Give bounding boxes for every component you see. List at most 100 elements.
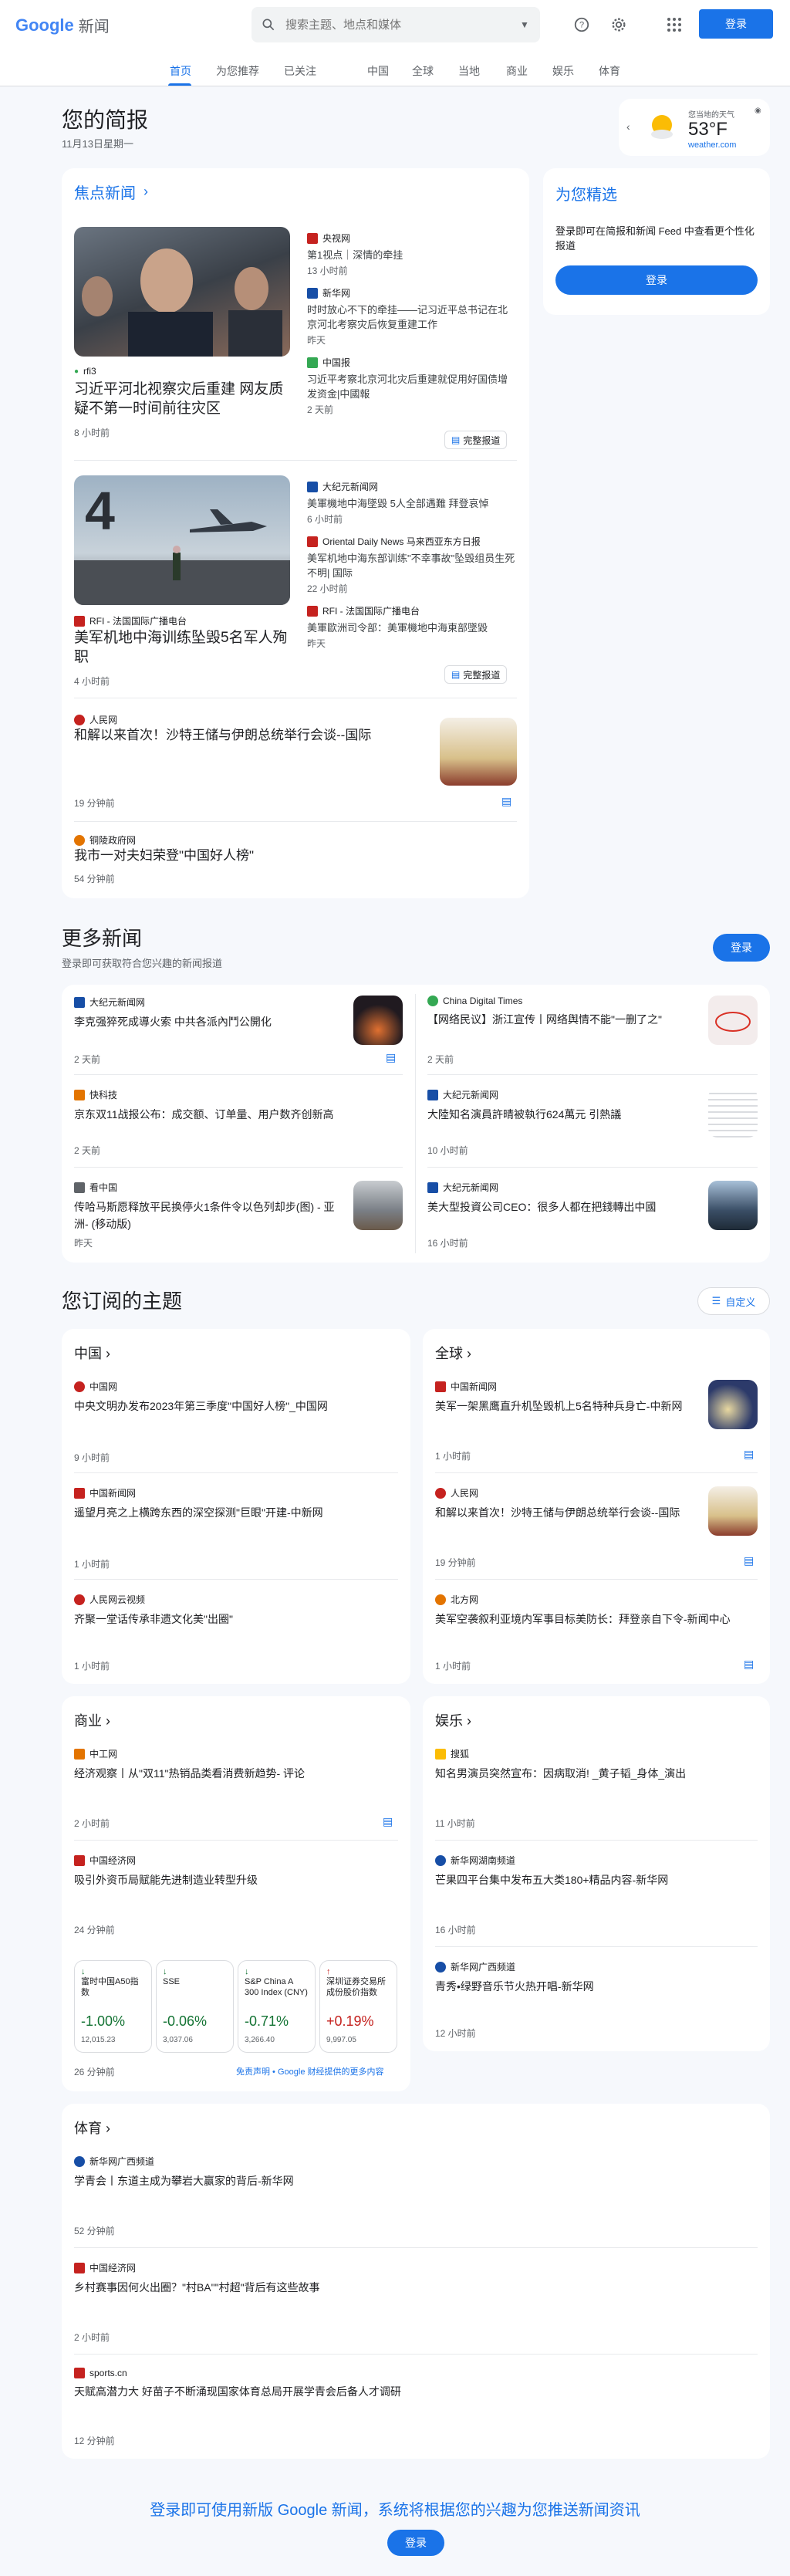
topic-title[interactable]: 体育 ›	[74, 2118, 110, 2138]
weather-source-link[interactable]: weather.com	[688, 140, 736, 150]
settings-gear-icon[interactable]	[608, 14, 630, 35]
story-headline[interactable]: 【网络民议】浙江宣传丨网络舆情不能"一删了之"	[427, 1011, 713, 1028]
topic-story[interactable]: 中国经济网 乡村赛事因何火出圈？"村BA""村超"背后有这些故事	[74, 2261, 753, 2296]
topic-story[interactable]: 中国新闻网 遥望月亮之上横跨东西的深空探测"巨眼"开建-中新网	[74, 1486, 398, 1521]
story-headline[interactable]: 时时放心不下的牵挂——记习近平总书记在北京河北考察灾后恢复重建工作	[307, 303, 517, 332]
full-coverage-icon[interactable]: ▤	[386, 1051, 396, 1064]
topic-story[interactable]: 北方网 美军空袭叙利亚境内军事目标美防长：拜登亲自下令-新闻中心	[435, 1593, 758, 1628]
stock-quote-card[interactable]: ↓ SSE -0.06% 3,037.06	[156, 1960, 234, 2053]
story-thumbnail[interactable]	[708, 996, 758, 1045]
story-headline[interactable]: 美军一架黑鹰直升机坠毁机上5名特种兵身亡-中新网	[435, 1398, 697, 1415]
story-headline[interactable]: 美军机地中海训练坠毁5名军人殉职	[74, 628, 298, 667]
story-headline[interactable]: 第1视点｜深情的牵挂	[307, 248, 517, 262]
help-icon[interactable]: ?	[571, 14, 592, 35]
story-image-fighter-jet[interactable]: 4	[74, 475, 290, 605]
finance-disclaimer-link[interactable]: 免责声明 • Google 财经提供的更多内容	[236, 2065, 384, 2077]
story-headline[interactable]: 和解以来首次！沙特王储与伊朗总统举行会谈--国际	[74, 727, 437, 744]
signin-button[interactable]: 登录	[699, 9, 773, 39]
story-headline[interactable]: 中央文明办发布2023年第三季度"中国好人榜"_中国网	[74, 1398, 398, 1415]
story-headline[interactable]: 习近平考察北京河北灾后重建就促用好国债增发资金|中國報	[307, 372, 517, 401]
weather-location-icon[interactable]: ◉	[755, 106, 761, 115]
customize-button[interactable]: ☰ 自定义	[697, 1287, 770, 1315]
search-icon[interactable]	[252, 17, 285, 32]
full-coverage-icon[interactable]: ▤	[383, 1815, 393, 1828]
story-thumbnail[interactable]	[708, 1486, 758, 1536]
stock-quote-card[interactable]: ↓ 富时中国A50指数 -1.00% 12,015.23	[74, 1960, 152, 2053]
story-headline[interactable]: 齐聚一堂话传承非遗文化美"出圈"	[74, 1611, 398, 1628]
full-coverage-button[interactable]: ▤ 完整报道	[444, 431, 508, 449]
topic-story[interactable]: 人民网 和解以来首次！沙特王储与伊朗总统举行会谈--国际	[435, 1486, 697, 1521]
story-headline[interactable]: 习近平河北视察灾后重建 网友质疑不第一时间前往灾区	[74, 380, 298, 418]
news-item[interactable]: 快科技 京东双11战报公布：成交额、订单量、用户数齐创新高	[74, 1088, 403, 1123]
story-headline[interactable]: 青秀•绿野音乐节火热开唱-新华网	[435, 1978, 758, 1995]
story-headline[interactable]: 遥望月亮之上横跨东西的深空探测"巨眼"开建-中新网	[74, 1504, 398, 1521]
search-options-chevron-icon[interactable]: ▼	[509, 19, 540, 30]
weather-widget[interactable]: ‹ 您当地的天气 ◉ 53°F weather.com	[619, 99, 770, 156]
news-item[interactable]: China Digital Times 【网络民议】浙江宣传丨网络舆情不能"一删…	[427, 996, 713, 1028]
news-item[interactable]: 看中国 传哈马斯愿释放平民换停火1条件令以色列却步(图) - 亚洲- (移动版)	[74, 1181, 344, 1232]
story-headline[interactable]: 吸引外资币局赋能先进制造业转型升级	[74, 1871, 398, 1888]
story-headline[interactable]: 大陸知名演員許晴被執行624萬元 引熱議	[427, 1106, 705, 1123]
top-stories-header[interactable]: 焦点新闻 ›	[74, 181, 148, 203]
story-thumbnail[interactable]	[353, 996, 403, 1045]
story-headline[interactable]: 和解以来首次！沙特王储与伊朗总统举行会谈--国际	[435, 1504, 697, 1521]
topic-title[interactable]: 中国 ›	[74, 1343, 110, 1363]
nav-tab-entertainment[interactable]: 娱乐	[552, 63, 574, 79]
nav-tab-china[interactable]: 中国	[367, 63, 389, 79]
story-headline[interactable]: 乡村赛事因何火出圈？"村BA""村超"背后有这些故事	[74, 2279, 753, 2296]
topic-story[interactable]: 中国经济网 吸引外资币局赋能先进制造业转型升级	[74, 1854, 398, 1888]
topic-title[interactable]: 娱乐 ›	[435, 1710, 471, 1730]
nav-tab-following[interactable]: 已关注	[284, 63, 316, 79]
stock-quote-card[interactable]: ↑ 深圳证券交易所成份股价指数 +0.19% 9,997.05	[319, 1960, 397, 2053]
more-news-signin-button[interactable]: 登录	[713, 934, 770, 962]
news-item[interactable]: 大纪元新闻网 美大型投資公司CEO：很多人都在把錢轉出中國	[427, 1181, 705, 1215]
full-coverage-icon[interactable]: ▤	[501, 795, 511, 808]
footer-signin-button[interactable]: 登录	[387, 2530, 444, 2556]
story-headline[interactable]: 传哈马斯愿释放平民换停火1条件令以色列却步(图) - 亚洲- (移动版)	[74, 1198, 344, 1232]
nav-tab-home[interactable]: 首页	[170, 63, 191, 79]
story-thumbnail[interactable]	[708, 1380, 758, 1429]
topic-story[interactable]: 人民网云视频 齐聚一堂话传承非遗文化美"出圈"	[74, 1593, 398, 1628]
story-thumbnail[interactable]	[708, 1181, 758, 1230]
full-coverage-button[interactable]: ▤ 完整报道	[444, 665, 508, 684]
topic-story[interactable]: sports.cn 天赋高潜力大 好苗子不断涌现国家体育总局开展学青会后备人才调…	[74, 2368, 753, 2400]
search-box[interactable]: ▼	[252, 7, 540, 42]
story-thumbnail[interactable]	[708, 1088, 758, 1138]
google-news-logo[interactable]: Google 新闻	[15, 14, 110, 36]
nav-tab-world[interactable]: 全球	[412, 63, 434, 79]
news-item[interactable]: 大纪元新闻网 大陸知名演員許晴被執行624萬元 引熱議	[427, 1088, 705, 1123]
story-thumbnail[interactable]	[440, 718, 517, 786]
stock-quote-card[interactable]: ↓ S&P China A 300 Index (CNY) -0.71% 3,266.…	[238, 1960, 316, 2053]
story-headline[interactable]: 学青会丨东道主成为攀岩大赢家的背后-新华网	[74, 2172, 753, 2189]
weather-prev-chevron-icon[interactable]: ‹	[626, 120, 630, 133]
story-headline[interactable]: 天赋高潜力大 好苗子不断涌现国家体育总局开展学青会后备人才调研	[74, 2383, 753, 2400]
topic-title[interactable]: 商业 ›	[74, 1710, 110, 1730]
nav-tab-sports[interactable]: 体育	[599, 63, 620, 79]
story-headline[interactable]: 美大型投資公司CEO：很多人都在把錢轉出中國	[427, 1198, 705, 1215]
story-headline[interactable]: 美军空袭叙利亚境内军事目标美防长：拜登亲自下令-新闻中心	[435, 1611, 758, 1628]
topic-story[interactable]: 中国网 中央文明办发布2023年第三季度"中国好人榜"_中国网	[74, 1380, 398, 1415]
story-headline[interactable]: 京东双11战报公布：成交额、订单量、用户数齐创新高	[74, 1106, 403, 1123]
apps-grid-icon[interactable]	[663, 14, 685, 35]
story-headline[interactable]: 美軍歐洲司令部：美軍機地中海東部墜毀	[307, 620, 517, 635]
story-headline[interactable]: 美軍機地中海墜毀 5人全部遇難 拜登哀悼	[307, 496, 517, 511]
story-headline[interactable]: 经济观察丨从"双11"热销品类看消费新趋势- 评论	[74, 1765, 398, 1782]
topic-story[interactable]: 中国新闻网 美军一架黑鹰直升机坠毁机上5名特种兵身亡-中新网	[435, 1380, 697, 1415]
nav-tab-for-you[interactable]: 为您推荐	[216, 63, 259, 79]
topic-story[interactable]: 新华网湖南频道 芒果四平台集中发布五大类180+精品内容-新华网	[435, 1854, 758, 1888]
topic-title[interactable]: 全球 ›	[435, 1343, 471, 1363]
top-stories-title[interactable]: 焦点新闻	[74, 181, 136, 203]
story-thumbnail[interactable]	[353, 1181, 403, 1230]
full-coverage-icon[interactable]: ▤	[744, 1448, 754, 1461]
topic-story[interactable]: 新华网广西频道 青秀•绿野音乐节火热开唱-新华网	[435, 1960, 758, 1995]
news-item[interactable]: 大纪元新闻网 李克强猝死成導火索 中共各派內鬥公開化	[74, 996, 367, 1030]
story-image-xi-hebei[interactable]	[74, 227, 290, 357]
full-coverage-icon[interactable]: ▤	[744, 1554, 754, 1567]
topic-story[interactable]: 中工网 经济观察丨从"双11"热销品类看消费新趋势- 评论	[74, 1747, 398, 1782]
story-headline[interactable]: 美军机地中海东部训练"不幸事故"坠毁组员生死不明| 国际	[307, 551, 517, 580]
nav-tab-business[interactable]: 商业	[506, 63, 528, 79]
story-headline[interactable]: 知名男演员突然宣布：因病取消! _黄子韬_身体_演出	[435, 1765, 758, 1782]
picks-signin-button[interactable]: 登录	[555, 265, 758, 295]
nav-tab-local[interactable]: 当地	[458, 63, 480, 79]
search-input[interactable]	[285, 18, 509, 32]
